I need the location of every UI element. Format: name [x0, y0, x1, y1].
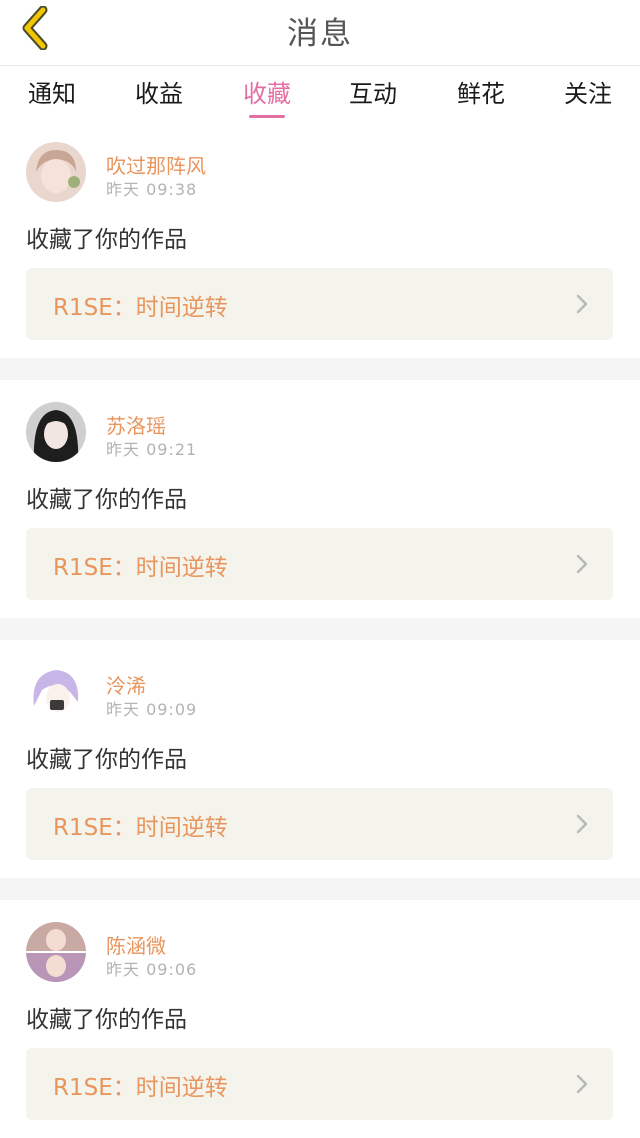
avatar[interactable]: [26, 142, 86, 202]
list-item: 苏洛瑶 昨天 09:21 收藏了你的作品 R1SE：时间逆转: [0, 380, 640, 618]
list-item: 陈涵微 昨天 09:06 收藏了你的作品 R1SE：时间逆转: [0, 900, 640, 1138]
action-text: 收藏了你的作品: [26, 747, 187, 773]
work-link[interactable]: R1SE：时间逆转: [26, 788, 613, 860]
divider: [0, 878, 640, 900]
tab-interactions[interactable]: 互动: [323, 74, 423, 120]
action-text: 收藏了你的作品: [26, 487, 187, 513]
chevron-right-icon: [576, 814, 588, 834]
tab-earnings[interactable]: 收益: [109, 74, 209, 120]
work-title: R1SE：时间逆转: [53, 295, 228, 321]
timestamp: 昨天 09:09: [106, 700, 198, 719]
list-item: 吹过那阵风 昨天 09:38 收藏了你的作品 R1SE：时间逆转: [0, 120, 640, 358]
user-name[interactable]: 泠浠: [106, 670, 146, 699]
work-link[interactable]: R1SE：时间逆转: [26, 1048, 613, 1120]
action-text: 收藏了你的作品: [26, 1007, 187, 1033]
tab-flowers[interactable]: 鲜花: [431, 74, 531, 120]
work-title: R1SE：时间逆转: [53, 555, 228, 581]
tab-follows[interactable]: 关注: [538, 74, 638, 120]
avatar[interactable]: [26, 922, 86, 982]
divider: [0, 358, 640, 380]
avatar[interactable]: [26, 402, 86, 462]
chevron-right-icon: [576, 554, 588, 574]
list-item: 泠浠 昨天 09:09 收藏了你的作品 R1SE：时间逆转: [0, 640, 640, 878]
top-bar: 消息: [0, 0, 640, 66]
work-link[interactable]: R1SE：时间逆转: [26, 268, 613, 340]
user-name[interactable]: 陈涵微: [106, 930, 166, 959]
message-list: 吹过那阵风 昨天 09:38 收藏了你的作品 R1SE：时间逆转 苏洛瑶 昨天 …: [0, 120, 640, 1138]
timestamp: 昨天 09:21: [106, 440, 198, 459]
tab-favorites[interactable]: 收藏: [217, 74, 317, 120]
timestamp: 昨天 09:06: [106, 960, 198, 979]
work-title: R1SE：时间逆转: [53, 1075, 228, 1101]
tab-notifications[interactable]: 通知: [2, 74, 102, 120]
avatar[interactable]: [26, 662, 86, 722]
work-title: R1SE：时间逆转: [53, 815, 228, 841]
tab-bar: 通知 收益 收藏 互动 鲜花 关注: [0, 66, 640, 120]
chevron-right-icon: [576, 1074, 588, 1094]
divider: [0, 618, 640, 640]
action-text: 收藏了你的作品: [26, 227, 187, 253]
page-title: 消息: [287, 16, 353, 52]
user-name[interactable]: 吹过那阵风: [106, 150, 206, 179]
timestamp: 昨天 09:38: [106, 180, 198, 199]
work-link[interactable]: R1SE：时间逆转: [26, 528, 613, 600]
user-name[interactable]: 苏洛瑶: [106, 410, 166, 439]
chevron-right-icon: [576, 294, 588, 314]
active-tab-indicator: [249, 115, 285, 118]
